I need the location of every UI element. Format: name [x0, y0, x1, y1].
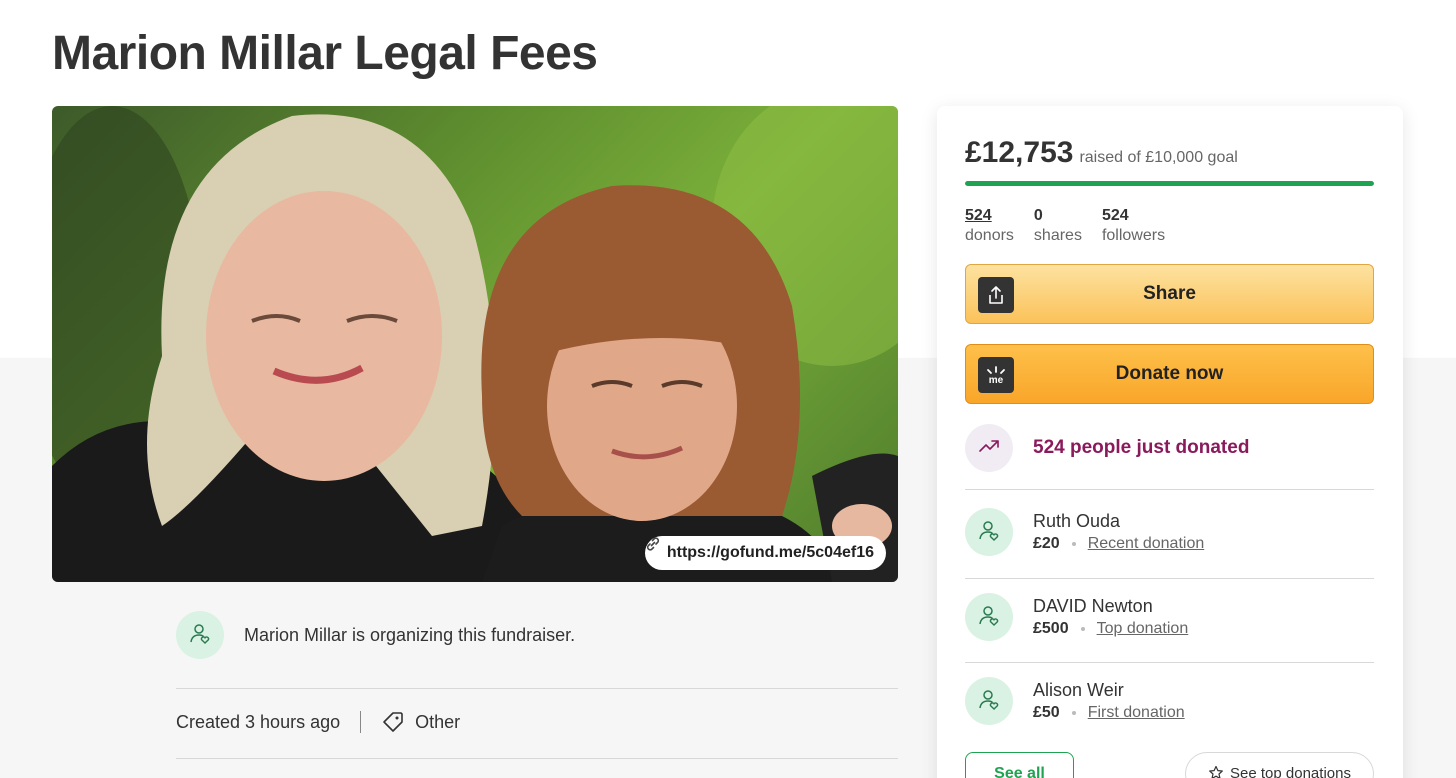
donor-info: DAVID Newton £500 Top donation — [1033, 594, 1188, 640]
donor-line: £500 Top donation — [1033, 618, 1188, 640]
progress-bar — [965, 181, 1374, 186]
donor-item: Ruth Ouda £20 Recent donation — [965, 508, 1204, 556]
meta-separator — [360, 711, 362, 733]
trending-up-icon — [977, 434, 1001, 463]
stat-followers: 524 followers — [1102, 206, 1165, 246]
category-link[interactable]: Other — [415, 712, 460, 733]
donor-avatar — [965, 593, 1013, 641]
recent-activity: 524 people just donated — [965, 424, 1249, 472]
stat-label: followers — [1101, 227, 1166, 244]
donate-button-label: Donate now — [1115, 363, 1224, 384]
donor-line: £50 First donation — [1033, 702, 1185, 724]
organizer-row: Marion Millar is organizing this fundrai… — [176, 611, 575, 659]
divider — [965, 662, 1374, 663]
gofundme-logo-icon: me — [978, 357, 1014, 393]
dot-separator — [1080, 627, 1085, 631]
short-link[interactable]: https://gofund.me/5c04ef16 — [644, 536, 886, 570]
stat-label: donors — [965, 227, 1014, 244]
donor-avatar — [965, 677, 1013, 725]
short-link-text: https://gofund.me/5c04ef16 — [666, 544, 874, 561]
organizer-text: Marion Millar is organizing this fundrai… — [244, 624, 576, 645]
see-all-button[interactable]: See all — [965, 752, 1074, 778]
divider — [965, 578, 1374, 579]
person-heart-icon — [977, 687, 1001, 716]
person-heart-icon — [977, 603, 1001, 632]
progress-fill — [965, 181, 1374, 186]
meta-row: Created 3 hours ago Other — [176, 710, 460, 734]
donor-item: Alison Weir £50 First donation — [965, 677, 1185, 725]
amount-raised: £12,753 — [965, 136, 1074, 169]
stat-shares: 0 shares — [1034, 206, 1082, 246]
created-text: Created 3 hours ago — [176, 711, 341, 732]
divider — [176, 688, 898, 689]
donor-info: Alison Weir £50 First donation — [1033, 678, 1185, 724]
page-title: Marion Millar Legal Fees — [52, 27, 598, 80]
divider — [176, 758, 898, 759]
hero-image: https://gofund.me/5c04ef16 — [52, 106, 898, 582]
donor-info: Ruth Ouda £20 Recent donation — [1033, 509, 1204, 555]
donor-avatar — [965, 508, 1013, 556]
divider — [965, 489, 1374, 490]
stat-number: 524 — [965, 207, 992, 224]
dot-separator — [1071, 542, 1076, 546]
hero-photo — [52, 106, 898, 582]
stats-row: 524 donors 0 shares 524 followers — [965, 206, 1165, 246]
amount-row: £12,753 raised of £10,000 goal — [965, 136, 1238, 170]
stat-number: 524 — [1101, 207, 1129, 224]
share-button-label: Share — [1143, 283, 1196, 304]
donor-amount: £500 — [1033, 620, 1069, 637]
donor-line: £20 Recent donation — [1033, 533, 1204, 555]
star-icon — [1208, 765, 1224, 778]
stat-label: shares — [1033, 227, 1082, 244]
donor-name: Alison Weir — [1033, 680, 1124, 700]
tag-icon — [381, 710, 405, 734]
donor-type-link[interactable]: Top donation — [1097, 618, 1189, 640]
donor-type-link[interactable]: First donation — [1088, 702, 1185, 724]
goal-text: raised of £10,000 goal — [1079, 149, 1238, 166]
trend-circle — [965, 424, 1013, 472]
share-button[interactable]: Share — [965, 264, 1374, 324]
donor-amount: £20 — [1033, 535, 1060, 552]
dot-separator — [1071, 711, 1076, 715]
donor-item: DAVID Newton £500 Top donation — [965, 593, 1188, 641]
donate-now-button[interactable]: me Donate now — [965, 344, 1374, 404]
donor-amount: £50 — [1033, 704, 1060, 721]
stat-number: 0 — [1033, 207, 1043, 224]
donor-name: Ruth Ouda — [1033, 511, 1121, 531]
donor-name: DAVID Newton — [1033, 596, 1153, 616]
share-upload-icon — [978, 277, 1014, 313]
trend-text: 524 people just donated — [1033, 437, 1250, 458]
person-heart-icon — [977, 518, 1001, 547]
svg-text:me: me — [989, 375, 1004, 386]
organizer-avatar — [176, 611, 224, 659]
donation-card: £12,753 raised of £10,000 goal 524 donor… — [937, 106, 1403, 778]
donor-type-link[interactable]: Recent donation — [1088, 533, 1205, 555]
see-top-donations-button[interactable]: See top donations — [1185, 752, 1374, 778]
stat-donors[interactable]: 524 donors — [965, 206, 1014, 246]
see-top-label: See top donations — [1230, 765, 1351, 778]
person-heart-icon — [188, 621, 212, 650]
